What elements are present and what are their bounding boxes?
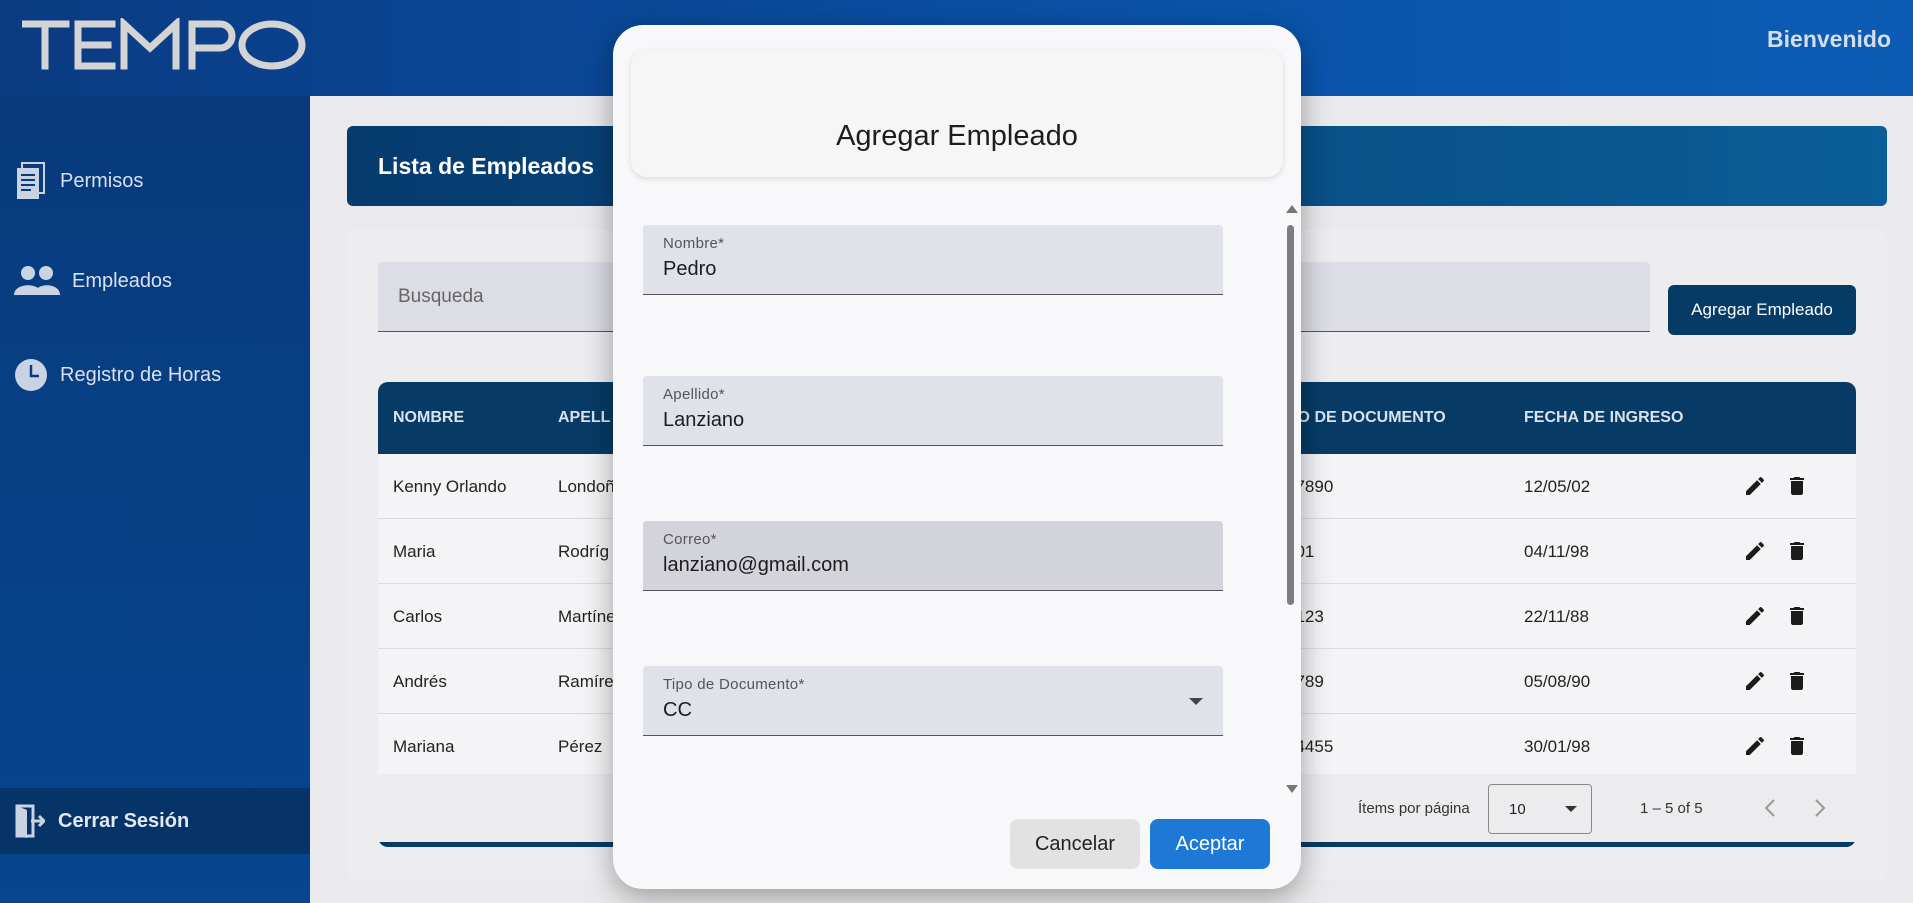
logout-label: Cerrar Sesión — [58, 809, 190, 832]
cell-fecha: 22/11/88 — [1524, 606, 1589, 626]
scroll-thumb[interactable] — [1287, 225, 1294, 605]
dropdown-arrow-icon — [1189, 698, 1203, 705]
field-value: CC — [663, 699, 692, 721]
logout-button[interactable]: Cerrar Sesión — [0, 788, 310, 854]
delete-icon[interactable] — [1785, 539, 1809, 568]
cell-apellido: Londoñ — [558, 476, 615, 496]
page-size-value: 10 — [1509, 800, 1526, 818]
cell-nombre: Mariana — [393, 736, 455, 756]
sidebar-item-empleados[interactable]: Empleados — [14, 262, 172, 300]
welcome-text: Bienvenido — [1767, 26, 1891, 52]
tempo-logo — [20, 16, 307, 75]
edit-icon[interactable] — [1743, 539, 1767, 568]
cell-apellido: Rodríg — [558, 541, 610, 561]
column-header-nombre[interactable]: NOMBRE — [393, 382, 464, 454]
cell-nombre: Andrés — [393, 671, 447, 691]
cell-apellido: Pérez — [558, 736, 603, 756]
cell-nombre: Maria — [393, 541, 436, 561]
dialog-title: Agregar Empleado — [631, 49, 1283, 177]
logout-icon — [14, 803, 46, 839]
field-label: Apellido* — [663, 386, 725, 403]
column-header-apellido[interactable]: APELL — [558, 382, 610, 454]
apellido-field[interactable]: Apellido* Lanziano — [643, 376, 1223, 446]
add-employee-dialog: Agregar Empleado Nombre* Pedro Apellido*… — [613, 25, 1301, 889]
cell-fecha: 12/05/02 — [1524, 476, 1591, 496]
page-range: 1 – 5 of 5 — [1640, 799, 1703, 817]
dialog-scrollbar[interactable] — [1286, 205, 1298, 805]
field-value: Lanziano — [663, 409, 745, 431]
edit-icon[interactable] — [1743, 669, 1767, 698]
edit-icon[interactable] — [1743, 474, 1767, 503]
sidebar-item-permisos[interactable]: Permisos — [14, 162, 143, 200]
field-value: Pedro — [663, 258, 717, 280]
sidebar-item-label: Empleados — [72, 269, 173, 292]
delete-icon[interactable] — [1785, 474, 1809, 503]
items-per-page-label: Ítems por página — [1358, 799, 1470, 817]
edit-icon[interactable] — [1743, 734, 1767, 763]
sidebar-item-label: Registro de Horas — [60, 363, 222, 386]
delete-icon[interactable] — [1785, 669, 1809, 698]
sidebar: Permisos Empleados Registro de Horas Cer… — [0, 96, 310, 903]
delete-icon[interactable] — [1785, 604, 1809, 633]
column-header-fecha[interactable]: FECHA DE INGRESO — [1524, 382, 1683, 454]
column-header-documento[interactable]: RO DE DOCUMENTO — [1286, 382, 1446, 454]
add-employee-button[interactable]: Agregar Empleado — [1668, 285, 1856, 335]
chevron-down-icon — [1565, 806, 1577, 812]
users-icon — [14, 262, 60, 300]
sidebar-item-label: Permisos — [60, 169, 144, 192]
document-icon — [14, 162, 48, 200]
previous-page-button[interactable] — [1763, 798, 1777, 824]
field-label: Nombre* — [663, 235, 725, 252]
cancel-button[interactable]: Cancelar — [1010, 819, 1140, 869]
scroll-up-icon[interactable] — [1286, 205, 1298, 213]
field-label: Correo* — [663, 531, 717, 548]
cell-apellido: Ramíre — [558, 671, 614, 691]
cell-fecha: 04/11/98 — [1524, 541, 1589, 561]
page-size-select[interactable]: 10 — [1488, 784, 1592, 834]
accept-button[interactable]: Aceptar — [1150, 819, 1270, 869]
scroll-down-icon[interactable] — [1286, 785, 1298, 793]
next-page-button[interactable] — [1813, 798, 1827, 824]
tipo-documento-select[interactable]: Tipo de Documento* CC — [643, 666, 1223, 736]
field-value: lanziano@gmail.com — [663, 554, 849, 576]
cell-nombre: Carlos — [393, 606, 443, 626]
correo-field[interactable]: Correo* lanziano@gmail.com — [643, 521, 1223, 591]
delete-icon[interactable] — [1785, 734, 1809, 763]
cell-fecha: 30/01/98 — [1524, 736, 1591, 756]
nombre-field[interactable]: Nombre* Pedro — [643, 225, 1223, 295]
cell-fecha: 05/08/90 — [1524, 671, 1591, 691]
clock-icon — [14, 356, 48, 394]
cell-nombre: Kenny Orlando — [393, 476, 507, 496]
field-label: Tipo de Documento* — [663, 676, 805, 693]
edit-icon[interactable] — [1743, 604, 1767, 633]
sidebar-item-registro-horas[interactable]: Registro de Horas — [14, 356, 221, 394]
cell-apellido: Martíne — [558, 606, 616, 626]
